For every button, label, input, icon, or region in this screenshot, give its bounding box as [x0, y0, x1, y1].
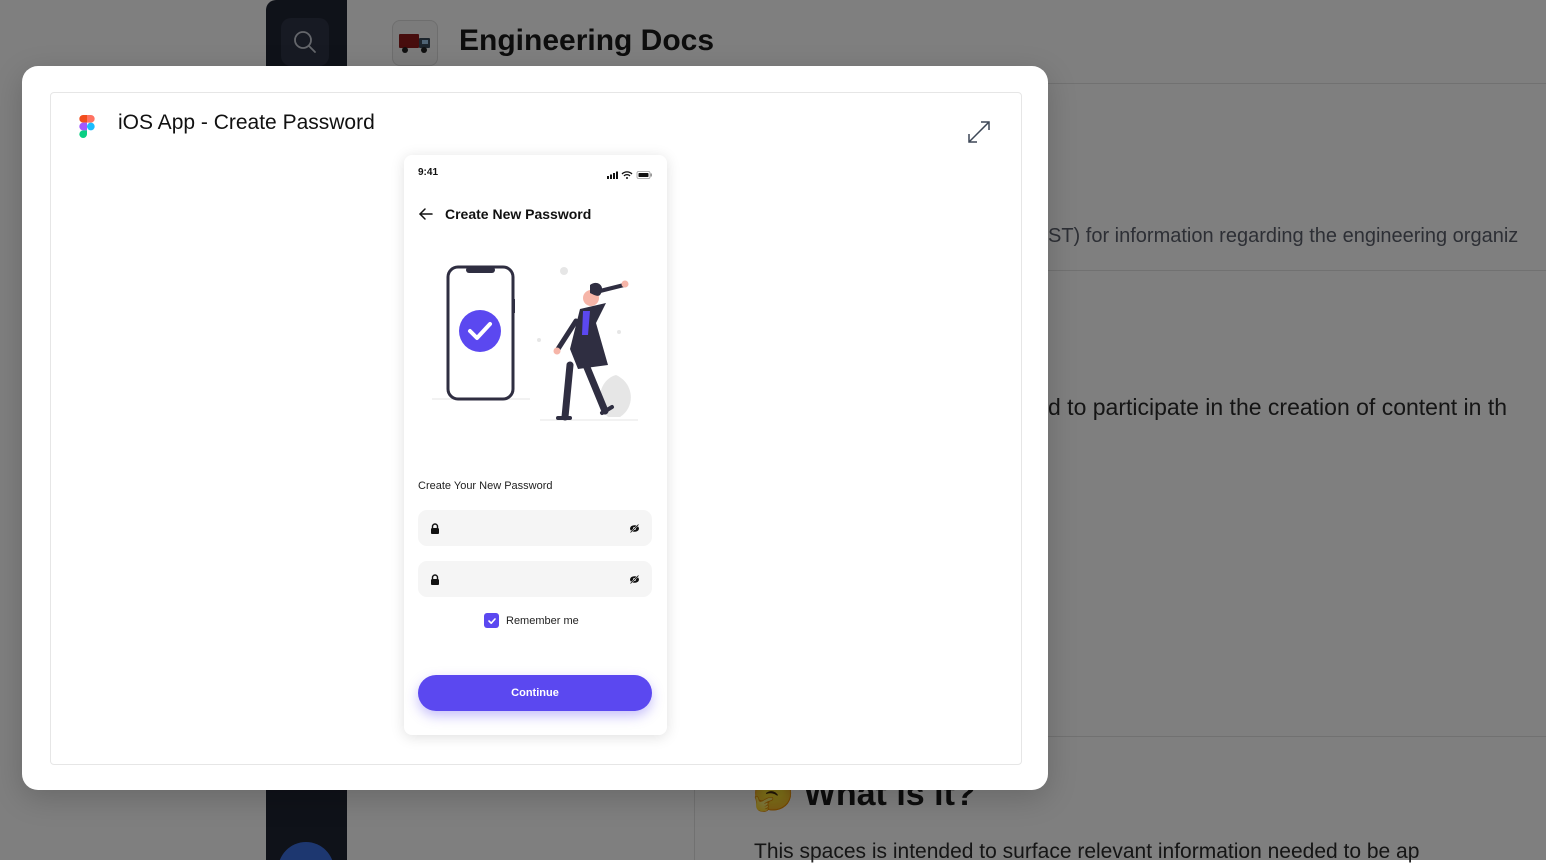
wifi-icon: [621, 171, 633, 179]
continue-button[interactable]: Continue: [418, 675, 652, 711]
space-title: Engineering Docs: [459, 24, 715, 57]
password-field-label: Create Your New Password: [418, 480, 553, 492]
sidebar-search-button[interactable]: [281, 18, 329, 66]
eye-slash-icon[interactable]: [629, 574, 640, 585]
eye-slash-icon[interactable]: [629, 523, 640, 534]
truck-icon: [392, 20, 438, 66]
signal-icon: [607, 171, 618, 179]
expand-icon[interactable]: [965, 118, 993, 146]
section-paragraph: This spaces is intended to surface relev…: [754, 840, 1420, 863]
figma-logo-icon: [79, 115, 95, 138]
new-password-field[interactable]: [418, 510, 652, 546]
user-avatar[interactable]: [278, 842, 334, 860]
embed-title: iOS App - Create Password: [118, 111, 375, 134]
status-bar-icons: [607, 171, 652, 179]
password-success-illustration: [432, 265, 638, 421]
status-bar-time: 9:41: [418, 167, 439, 178]
confirm-password-field[interactable]: [418, 561, 652, 597]
remember-me-checkbox[interactable]: Remember me: [484, 613, 579, 628]
content-text-line: d to participate in the creation of cont…: [1048, 394, 1508, 420]
lock-icon: [431, 522, 439, 534]
embed-preview-modal: iOS App - Create Password 9:41 Create Ne…: [22, 66, 1048, 790]
screen-title: Create New Password: [445, 206, 592, 222]
battery-icon: [636, 171, 652, 179]
checkbox-checked-icon[interactable]: [484, 613, 499, 628]
new-password-input[interactable]: [448, 510, 622, 546]
phone-mockup: 9:41 Create New Password Create Your New…: [404, 155, 667, 735]
lock-icon: [431, 573, 439, 585]
confirm-password-input[interactable]: [448, 561, 622, 597]
phone-illustration-icon: [446, 265, 515, 401]
search-icon: [294, 31, 316, 53]
remember-me-label: Remember me: [506, 614, 579, 627]
content-text-line: ST) for information regarding the engine…: [1048, 225, 1519, 247]
figma-embed-frame: iOS App - Create Password 9:41 Create Ne…: [50, 92, 1022, 765]
back-arrow-icon[interactable]: [418, 206, 434, 222]
